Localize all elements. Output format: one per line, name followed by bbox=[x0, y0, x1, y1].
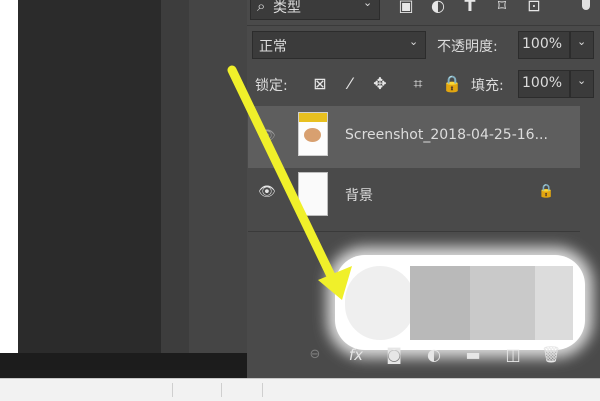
status-segment bbox=[173, 383, 222, 397]
status-segment bbox=[0, 383, 173, 397]
status-bar bbox=[0, 378, 600, 401]
yellow-arrow-annotation bbox=[227, 65, 352, 300]
arrow-head bbox=[318, 266, 352, 300]
arrow-shaft bbox=[227, 65, 338, 285]
status-segment bbox=[222, 383, 263, 397]
